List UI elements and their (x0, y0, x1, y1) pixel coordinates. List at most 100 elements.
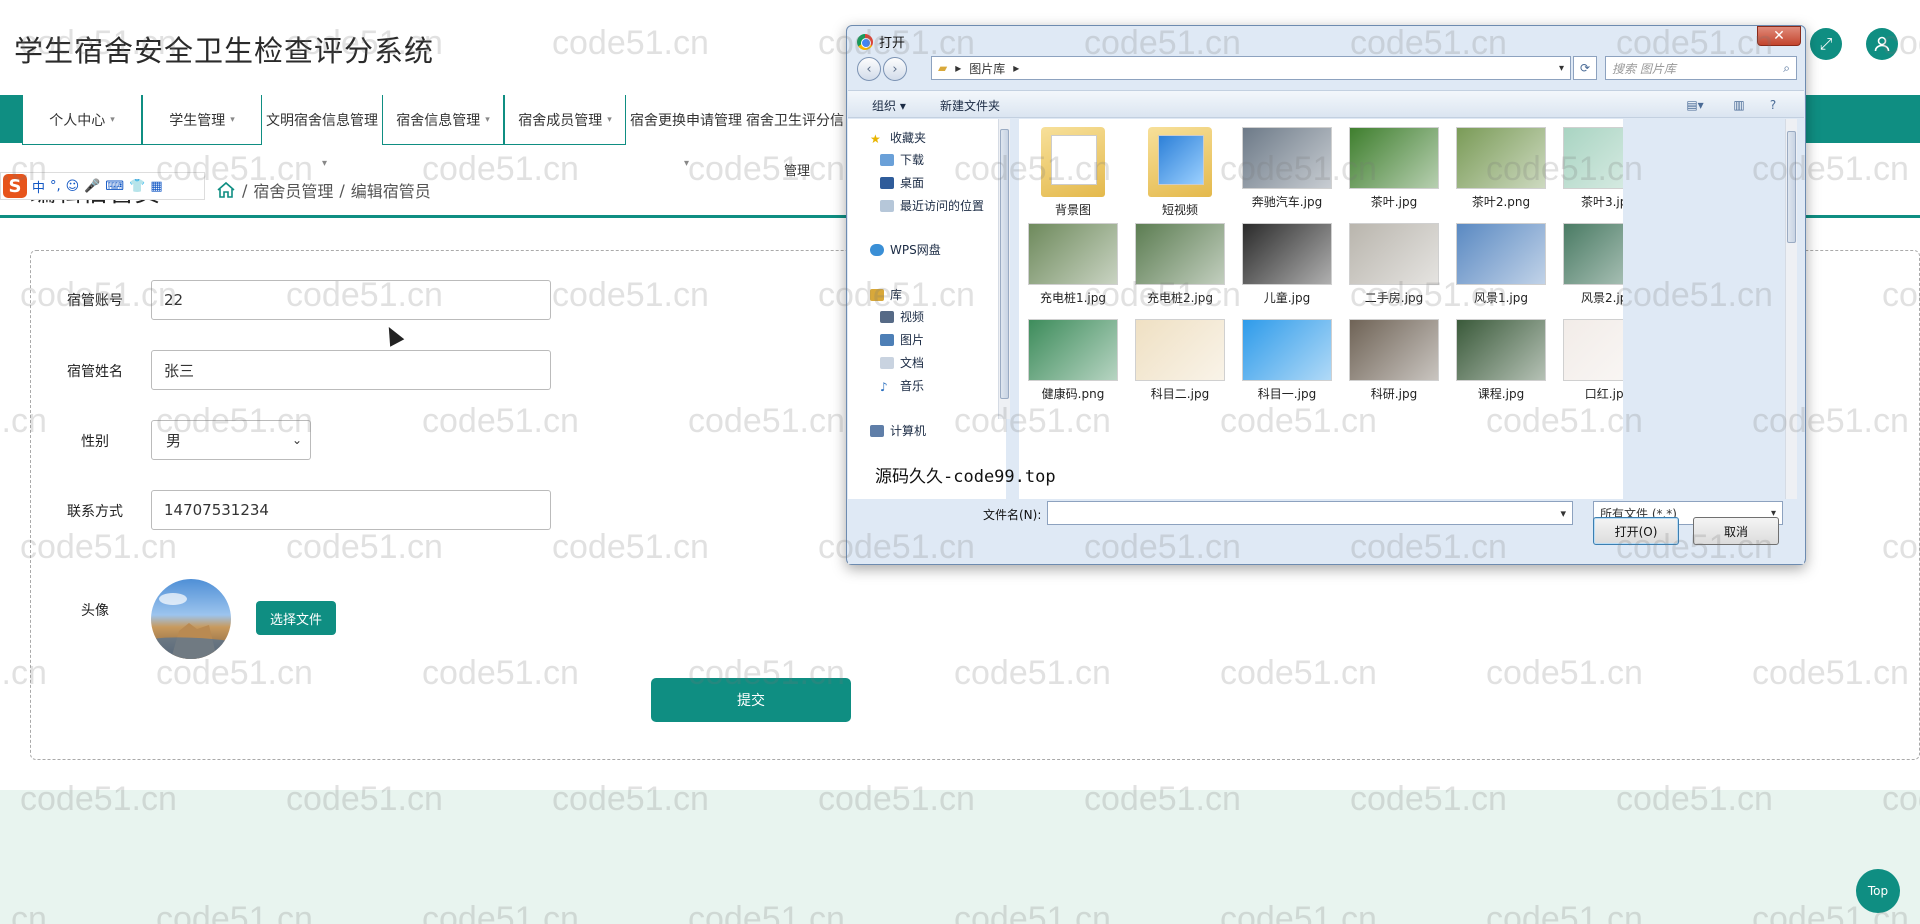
file-item[interactable]: 科目一.jpg (1239, 319, 1335, 402)
home-icon[interactable] (216, 181, 236, 199)
nav-item-dorm-info[interactable]: 宿舍信息管理 ▾ (382, 95, 504, 145)
nav-recent[interactable]: 最近访问的位置 (880, 197, 984, 214)
ime-keyboard-icon[interactable]: ⌨ (105, 179, 124, 194)
file-item[interactable]: 儿童.jpg (1239, 223, 1335, 306)
file-open-dialog: 打开 ✕ ‹ › ▰ ▸ 图片库 ▸ ▾ ⟳ 搜索 图片库 ⌕ 组织 ▾ 新建文… (846, 25, 1806, 565)
file-name: 充电桩1.jpg (1039, 291, 1107, 305)
cancel-button[interactable]: 取消 (1693, 517, 1779, 545)
ime-skin-icon[interactable]: 👕 (129, 179, 145, 194)
chevron-right-icon: ▸ (955, 61, 962, 75)
preview-pane-icon[interactable]: ▥ (1728, 95, 1750, 115)
file-item[interactable]: 奔驰汽车.jpg (1239, 127, 1335, 210)
navigation-pane: ★ 收藏夹 下载 桌面 最近访问的位置 WPS网盘 库 视频 图片 文档 ♪ 音乐 … (848, 119, 1006, 499)
ime-emoji-icon[interactable]: ☺ (66, 179, 80, 194)
chevron-down-icon: ▾ (485, 114, 490, 125)
name-input[interactable]: 张三 (151, 350, 551, 390)
ime-chinese-icon[interactable]: 中 (32, 177, 45, 196)
user-icon[interactable] (1866, 28, 1898, 60)
file-name: 短视频 (1161, 203, 1198, 217)
nav-pictures[interactable]: 图片 (880, 331, 924, 348)
file-name: 充电桩2.jpg (1146, 291, 1214, 305)
nav-downloads[interactable]: 下载 (880, 151, 924, 168)
image-thumbnail (1456, 319, 1546, 381)
back-arrow-icon[interactable]: ‹ (857, 57, 881, 81)
expand-icon[interactable]: ⤢ (1810, 28, 1842, 60)
file-item[interactable]: 充电桩1.jpg (1025, 223, 1121, 306)
phone-input[interactable]: 14707531234 (151, 490, 551, 530)
file-item[interactable]: 科目二.jpg (1132, 319, 1228, 402)
scroll-thumb[interactable] (1787, 131, 1796, 243)
file-item[interactable]: 健康码.png (1025, 319, 1121, 402)
nav-desktop[interactable]: 桌面 (880, 174, 924, 191)
app-root: 学生宿舍安全卫生检查评分系统 ⤢ 个人中心 ▾ 学生管理 ▾ 文明宿舍信息管理 宿舍… (0, 0, 1920, 924)
image-thumbnail (1135, 223, 1225, 285)
scroll-thumb[interactable] (1000, 129, 1009, 399)
nav-pane-scrollbar[interactable] (998, 119, 1010, 419)
forward-arrow-icon[interactable]: › (883, 57, 907, 81)
chevron-down-icon[interactable]: ▾ (1559, 63, 1564, 74)
nav-item-dorm-change[interactable]: 宿舍更换申请管理 (626, 95, 746, 145)
file-item[interactable]: 茶叶.jpg (1346, 127, 1442, 210)
file-item[interactable]: 背景图 (1025, 127, 1121, 218)
file-item[interactable]: 风景2.jpg (1560, 223, 1623, 306)
new-folder-button[interactable]: 新建文件夹 (940, 97, 1000, 114)
account-input[interactable]: 22 (151, 280, 551, 320)
ime-voice-icon[interactable]: 🎤 (84, 179, 100, 194)
gender-select[interactable]: 男 ⌄ (151, 420, 311, 460)
ime-punct-icon[interactable]: °, (50, 179, 61, 194)
choose-file-button[interactable]: 选择文件 (256, 601, 336, 635)
file-list-scrollbar[interactable] (1785, 119, 1797, 499)
address-bar[interactable]: ▰ ▸ 图片库 ▸ ▾ (931, 56, 1571, 80)
image-thumbnail (1242, 319, 1332, 381)
file-item[interactable]: 茶叶3.jpg (1560, 127, 1623, 210)
nav-item-dorm-member[interactable]: 宿舍成员管理 ▾ (504, 95, 626, 145)
nav-item-civilized-dorm[interactable]: 文明宿舍信息管理 (262, 95, 382, 145)
nav-favorites[interactable]: ★ 收藏夹 (870, 129, 926, 146)
file-item[interactable]: 茶叶2.png (1453, 127, 1549, 210)
chevron-down-icon: ▾ (110, 114, 115, 125)
nav-item-student[interactable]: 学生管理 ▾ (142, 95, 262, 145)
file-item[interactable]: 短视频 (1132, 127, 1228, 218)
recent-icon (880, 199, 894, 212)
back-to-top-button[interactable]: Top (1856, 869, 1900, 913)
breadcrumb-current: 编辑宿管员 (350, 182, 431, 201)
submit-button[interactable]: 提交 (651, 678, 851, 722)
nav-videos[interactable]: 视频 (880, 308, 924, 325)
address-row: ‹ › ▰ ▸ 图片库 ▸ ▾ ⟳ 搜索 图片库 ⌕ (853, 56, 1799, 82)
refresh-icon[interactable]: ⟳ (1573, 56, 1597, 80)
file-item[interactable]: 风景1.jpg (1453, 223, 1549, 306)
dialog-search-input[interactable]: 搜索 图片库 ⌕ (1605, 56, 1797, 80)
nav-music[interactable]: ♪ 音乐 (880, 377, 924, 394)
chrome-icon (857, 33, 873, 50)
file-item[interactable]: 充电桩2.jpg (1132, 223, 1228, 306)
picture-icon (880, 333, 894, 346)
nav-wps-cloud[interactable]: WPS网盘 (870, 241, 941, 258)
nav-documents[interactable]: 文档 (880, 354, 924, 371)
file-item[interactable]: 二手房.jpg (1346, 223, 1442, 306)
file-item[interactable]: 科研.jpg (1346, 319, 1442, 402)
nav-item-personal-center[interactable]: 个人中心 ▾ (22, 95, 142, 145)
image-thumbnail (1563, 127, 1623, 189)
dialog-close-button[interactable]: ✕ (1757, 26, 1801, 46)
file-name: 科研.jpg (1370, 387, 1418, 401)
breadcrumb-parent[interactable]: 宿舍员管理 (253, 178, 333, 202)
help-icon[interactable]: ? (1762, 95, 1784, 115)
nav-item-dorm-score[interactable]: 宿舍卫生评分信 (746, 95, 846, 145)
ime-toolbar[interactable]: S 中 °, ☺ 🎤 ⌨ 👕 ▦ (0, 172, 205, 200)
filename-input[interactable]: ▾ (1047, 501, 1573, 525)
sogou-logo-icon: S (3, 174, 27, 198)
organize-button[interactable]: 组织 ▾ (872, 97, 906, 114)
file-name: 儿童.jpg (1263, 291, 1311, 305)
nav-computer[interactable]: 计算机 (870, 422, 926, 439)
file-item[interactable]: 口红.jpg (1560, 319, 1623, 402)
avatar-label: 头像 (81, 603, 109, 619)
video-icon (880, 310, 894, 323)
open-button[interactable]: 打开(O) (1593, 517, 1679, 545)
view-options-icon[interactable]: ▤▾ (1684, 95, 1706, 115)
gender-label: 性别 (81, 434, 109, 450)
file-item[interactable]: 课程.jpg (1453, 319, 1549, 402)
file-name: 科目一.jpg (1257, 387, 1317, 401)
ime-toolbox-icon[interactable]: ▦ (150, 179, 162, 194)
nav-library[interactable]: 库 (870, 286, 902, 303)
star-icon: ★ (870, 131, 881, 146)
